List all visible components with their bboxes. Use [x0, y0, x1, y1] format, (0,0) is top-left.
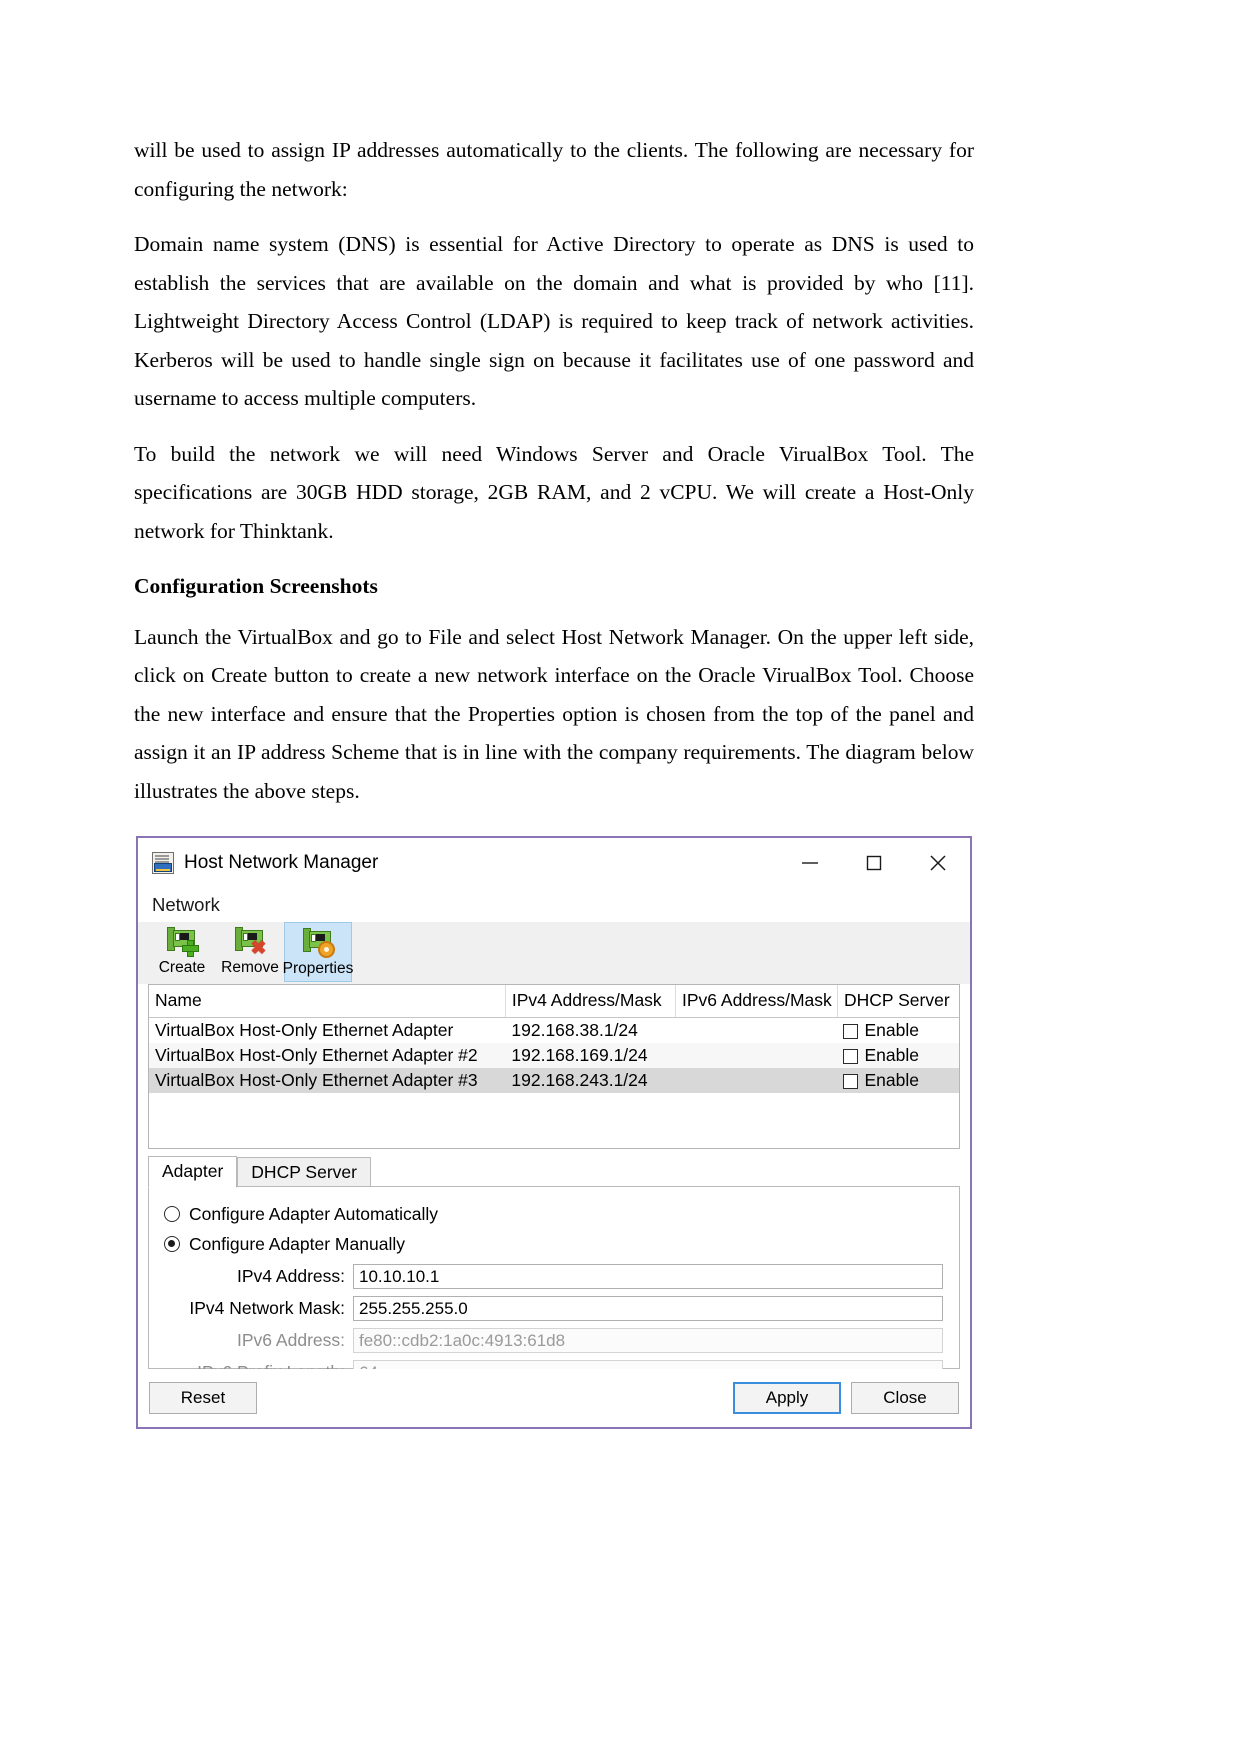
- cell-ipv4: 192.168.169.1/24: [505, 1043, 676, 1068]
- ipv4-network-mask-row: IPv4 Network Mask: 255.255.255.0: [149, 1294, 959, 1323]
- dhcp-enable-label: Enable: [864, 1045, 919, 1065]
- paragraph-4: Launch the VirtualBox and go to File and…: [134, 624, 974, 803]
- networks-table: Name IPv4 Address/Mask IPv6 Address/Mask…: [149, 985, 959, 1093]
- remove-button[interactable]: ✖ Remove: [216, 922, 284, 982]
- ipv6-address-row: IPv6 Address: fe80::cdb2:1a0c:4913:61d8: [149, 1326, 959, 1355]
- cell-adapter-name: VirtualBox Host-Only Ethernet Adapter #3: [149, 1068, 506, 1093]
- details-tabstrip: Adapter DHCP Server: [148, 1156, 970, 1188]
- properties-button[interactable]: Properties: [282, 922, 354, 982]
- dhcp-enable-checkbox[interactable]: [843, 1024, 859, 1039]
- configure-automatically-radio[interactable]: [164, 1206, 180, 1222]
- ipv4-network-mask-label: IPv4 Network Mask:: [189, 1298, 345, 1318]
- host-network-manager-icon: [152, 852, 174, 874]
- nic-add-icon: [165, 925, 199, 957]
- maximize-icon[interactable]: [842, 838, 906, 888]
- configure-automatically-row[interactable]: Configure Adapter Automatically: [149, 1199, 959, 1229]
- menu-item-network[interactable]: Network: [152, 894, 220, 916]
- cell-adapter-name: VirtualBox Host-Only Ethernet Adapter #2: [149, 1043, 506, 1068]
- close-button[interactable]: Close: [851, 1382, 959, 1414]
- tab-dhcp-server[interactable]: DHCP Server: [237, 1157, 371, 1188]
- nic-remove-icon: ✖: [233, 925, 267, 958]
- cell-adapter-name: VirtualBox Host-Only Ethernet Adapter: [155, 1020, 454, 1040]
- window-toolbar: Create ✖ Remove Properties: [138, 922, 970, 984]
- window-menubar: Network: [138, 888, 970, 922]
- configure-manually-row[interactable]: Configure Adapter Manually: [149, 1229, 959, 1259]
- ipv4-address-label: IPv4 Address:: [237, 1266, 345, 1286]
- ipv4-address-row: IPv4 Address: 10.10.10.1: [149, 1262, 959, 1291]
- cell-ipv6: [675, 1068, 838, 1093]
- ipv4-address-input[interactable]: 10.10.10.1: [353, 1264, 943, 1289]
- host-network-manager-window: Host Network Manager Network Create ✖ Re…: [136, 836, 972, 1429]
- table-header-row: Name IPv4 Address/Mask IPv6 Address/Mask…: [149, 985, 959, 1018]
- nic-properties-icon: [301, 926, 335, 958]
- section-heading: Configuration Screenshots: [134, 574, 378, 598]
- column-header-name[interactable]: Name: [149, 985, 506, 1018]
- create-button[interactable]: Create: [148, 922, 216, 982]
- paragraph-2: Domain name system (DNS) is essential fo…: [134, 232, 974, 410]
- cell-dhcp[interactable]: Enable: [837, 1043, 959, 1068]
- table-row[interactable]: VirtualBox Host-Only Ethernet Adapter #3…: [149, 1068, 959, 1093]
- window-title: Host Network Manager: [184, 852, 379, 873]
- configure-manually-radio[interactable]: [164, 1236, 180, 1252]
- cell-ipv6: [675, 1018, 837, 1044]
- column-header-dhcp[interactable]: DHCP Server: [837, 985, 959, 1018]
- adapter-tab-panel: Configure Adapter Automatically Configur…: [148, 1186, 960, 1385]
- networks-table-container: Name IPv4 Address/Mask IPv6 Address/Mask…: [148, 984, 960, 1149]
- dhcp-enable-label: Enable: [864, 1020, 919, 1040]
- column-header-ipv4[interactable]: IPv4 Address/Mask: [505, 985, 676, 1018]
- column-header-ipv6[interactable]: IPv6 Address/Mask: [675, 985, 838, 1018]
- table-row[interactable]: VirtualBox Host-Only Ethernet Adapter 19…: [149, 1018, 959, 1044]
- cell-ipv4: 192.168.38.1/24: [511, 1020, 638, 1040]
- ipv6-address-label: IPv6 Address:: [237, 1330, 345, 1350]
- dhcp-enable-label: Enable: [864, 1070, 919, 1090]
- ipv6-address-input: fe80::cdb2:1a0c:4913:61d8: [353, 1328, 943, 1353]
- close-icon[interactable]: [906, 838, 970, 888]
- configure-manually-label: Configure Adapter Manually: [189, 1233, 405, 1254]
- configure-automatically-label: Configure Adapter Automatically: [189, 1203, 439, 1224]
- minimize-icon[interactable]: [778, 838, 842, 888]
- tab-adapter[interactable]: Adapter: [148, 1156, 238, 1188]
- cell-ipv6: [675, 1043, 838, 1068]
- dialog-footer: Reset Apply Close: [138, 1369, 970, 1427]
- create-button-label: Create: [158, 959, 206, 976]
- apply-button[interactable]: Apply: [733, 1382, 841, 1414]
- dhcp-enable-checkbox[interactable]: [843, 1049, 859, 1064]
- document-body: will be used to assign IP addresses auto…: [134, 0, 974, 827]
- paragraph-3: To build the network we will need Window…: [134, 441, 974, 543]
- remove-button-label: Remove: [221, 959, 279, 976]
- ipv4-network-mask-input[interactable]: 255.255.255.0: [353, 1296, 943, 1321]
- cell-ipv4: 192.168.243.1/24: [505, 1068, 676, 1093]
- table-row[interactable]: VirtualBox Host-Only Ethernet Adapter #2…: [149, 1043, 959, 1068]
- cell-dhcp[interactable]: Enable: [837, 1068, 959, 1093]
- paragraph-1: will be used to assign IP addresses auto…: [134, 138, 974, 201]
- properties-button-label: Properties: [282, 960, 354, 977]
- window-titlebar: Host Network Manager: [138, 838, 970, 888]
- window-controls: [778, 838, 970, 888]
- dhcp-enable-checkbox[interactable]: [843, 1074, 859, 1089]
- reset-button[interactable]: Reset: [149, 1382, 257, 1414]
- cell-dhcp[interactable]: Enable: [837, 1018, 959, 1044]
